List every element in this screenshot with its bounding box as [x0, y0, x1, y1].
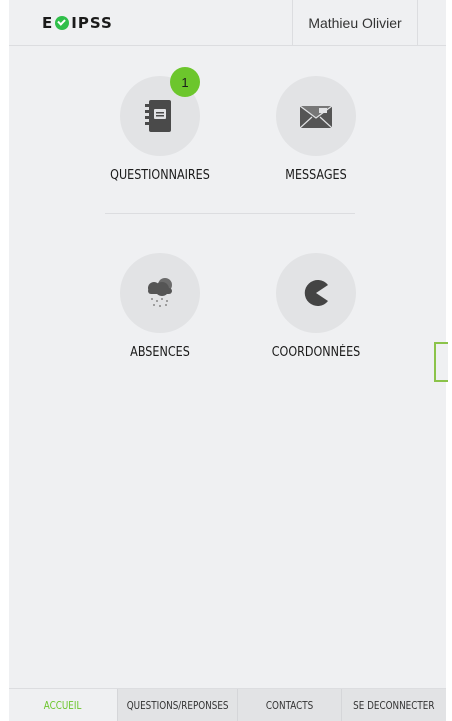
notebook-icon: [145, 100, 171, 132]
tile-absences-label: ABSENCES: [130, 345, 190, 360]
tab-questions-reponses-label: QUESTIONS/REPONSES: [126, 699, 229, 712]
tab-accueil[interactable]: ACCUEIL: [9, 689, 117, 721]
user-name[interactable]: Mathieu Olivier: [292, 0, 418, 46]
envelope-icon: [299, 105, 333, 129]
divider: [105, 213, 355, 214]
tile-coordonnees-circle: [276, 253, 356, 333]
cloud-snow-icon: [148, 278, 172, 307]
tile-messages-circle: [276, 76, 356, 156]
tab-se-deconnecter[interactable]: SE DECONNECTER: [341, 689, 446, 721]
notification-badge: 1: [170, 67, 200, 97]
tile-questionnaires-circle: 1: [120, 67, 200, 156]
brand-logo-part-1: E: [42, 14, 54, 32]
tile-coordonnees[interactable]: COORDONNÉES: [246, 253, 386, 360]
brand-logo-part-2: IPSS: [71, 14, 113, 32]
next-panel-handle[interactable]: [434, 342, 448, 382]
tile-questionnaires[interactable]: 1 QUESTIONNAIRES: [90, 67, 230, 183]
tab-accueil-label: ACCUEIL: [44, 699, 82, 712]
tile-absences-circle: [120, 253, 200, 333]
bottom-nav: ACCUEIL QUESTIONS/REPONSES CONTACTS SE D…: [9, 688, 446, 721]
tab-questions-reponses[interactable]: QUESTIONS/REPONSES: [117, 689, 237, 721]
pacman-icon: [304, 280, 328, 306]
brand-logo: E IPSS: [42, 14, 113, 32]
tab-se-deconnecter-label: SE DECONNECTER: [353, 699, 435, 712]
heart-check-icon: [55, 16, 70, 30]
tile-messages[interactable]: MESSAGES: [246, 76, 386, 183]
tab-contacts-label: CONTACTS: [265, 699, 314, 712]
header: E IPSS Mathieu Olivier: [9, 0, 446, 46]
tab-contacts[interactable]: CONTACTS: [237, 689, 341, 721]
app-panel: E IPSS Mathieu Olivier 1 QUESTIONNAIRES: [9, 0, 446, 721]
tile-messages-label: MESSAGES: [285, 168, 347, 183]
tile-coordonnees-label: COORDONNÉES: [271, 345, 361, 360]
tile-questionnaires-label: QUESTIONNAIRES: [110, 168, 210, 183]
tile-absences[interactable]: ABSENCES: [90, 253, 230, 360]
